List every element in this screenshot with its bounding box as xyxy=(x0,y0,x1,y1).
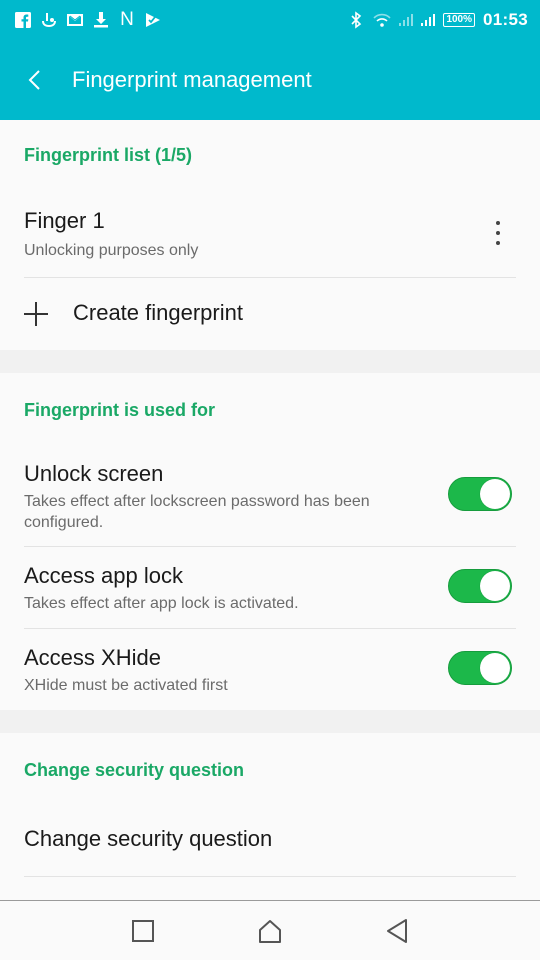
download-icon xyxy=(92,11,110,29)
signal-sim2-icon xyxy=(421,14,436,26)
fingerprint-item[interactable]: Finger 1 Unlocking purposes only xyxy=(0,190,540,278)
checkmark-app-icon xyxy=(144,11,162,29)
screen: N 100% 01:53 Fingerprint management Fing… xyxy=(0,0,540,960)
setting-row-unlock-screen[interactable]: Unlock screen Takes effect after lockscr… xyxy=(0,443,540,546)
wifi-icon xyxy=(373,11,392,29)
setting-title: Unlock screen xyxy=(24,461,164,486)
recents-icon xyxy=(132,919,155,942)
chevron-left-icon xyxy=(28,70,40,90)
setting-title: Access XHide xyxy=(24,645,161,670)
back-button[interactable] xyxy=(0,40,72,120)
back-icon xyxy=(386,918,407,943)
plus-icon xyxy=(24,302,48,326)
change-security-question-label: Change security question xyxy=(24,826,273,851)
change-security-question-button[interactable]: Change security question xyxy=(0,803,540,877)
page-title: Fingerprint management xyxy=(72,67,312,92)
facebook-icon xyxy=(14,11,32,29)
toggle-knob xyxy=(480,571,510,601)
home-icon xyxy=(258,919,281,943)
toggle-knob xyxy=(480,479,510,509)
unlock-screen-toggle[interactable] xyxy=(448,477,512,511)
setting-subtitle: Takes effect after app lock is activated… xyxy=(24,595,299,612)
status-bar: N 100% 01:53 xyxy=(0,0,540,40)
setting-row-xhide[interactable]: Access XHide XHide must be activated fir… xyxy=(0,629,540,710)
section-header-used-for: Fingerprint is used for xyxy=(24,400,216,420)
bluetooth-icon xyxy=(347,11,365,29)
more-vert-icon xyxy=(496,221,500,225)
section-header-security: Change security question xyxy=(24,760,245,780)
fingerprint-subtitle: Unlocking purposes only xyxy=(24,242,199,259)
home-button[interactable] xyxy=(250,911,290,951)
create-fingerprint-button[interactable]: Create fingerprint xyxy=(0,278,540,350)
setting-subtitle: Takes effect after lockscreen password h… xyxy=(24,493,370,531)
app-bar: Fingerprint management xyxy=(0,40,540,120)
setting-subtitle: XHide must be activated first xyxy=(24,677,228,694)
gmail-icon xyxy=(66,11,84,29)
back-nav-button[interactable] xyxy=(377,911,417,951)
signal-sim1-icon xyxy=(399,14,414,26)
divider xyxy=(24,876,516,877)
battery-indicator: 100% xyxy=(443,13,476,27)
app-lock-toggle[interactable] xyxy=(448,569,512,603)
create-fingerprint-label: Create fingerprint xyxy=(73,300,243,325)
more-options-button[interactable] xyxy=(486,213,510,253)
n-icon: N xyxy=(120,9,134,30)
xhide-toggle[interactable] xyxy=(448,651,512,685)
setting-row-app-lock[interactable]: Access app lock Takes effect after app l… xyxy=(0,547,540,628)
section-header-fingerprint-list: Fingerprint list (1/5) xyxy=(24,145,193,165)
security-question-section: Change security question Change security… xyxy=(0,733,540,900)
toggle-knob xyxy=(480,653,510,683)
setting-title: Access app lock xyxy=(24,563,183,588)
recents-button[interactable] xyxy=(123,911,163,951)
fingerprint-usage-section: Fingerprint is used for Unlock screen Ta… xyxy=(0,373,540,710)
navigation-bar xyxy=(0,900,540,960)
touchpal-icon xyxy=(40,11,58,29)
fingerprint-name: Finger 1 xyxy=(24,208,105,233)
system-icons: 100% 01:53 xyxy=(347,10,528,30)
clock: 01:53 xyxy=(483,10,528,29)
fingerprint-list-section: Fingerprint list (1/5) Finger 1 Unlockin… xyxy=(0,120,540,350)
notification-icons: N xyxy=(14,9,162,30)
